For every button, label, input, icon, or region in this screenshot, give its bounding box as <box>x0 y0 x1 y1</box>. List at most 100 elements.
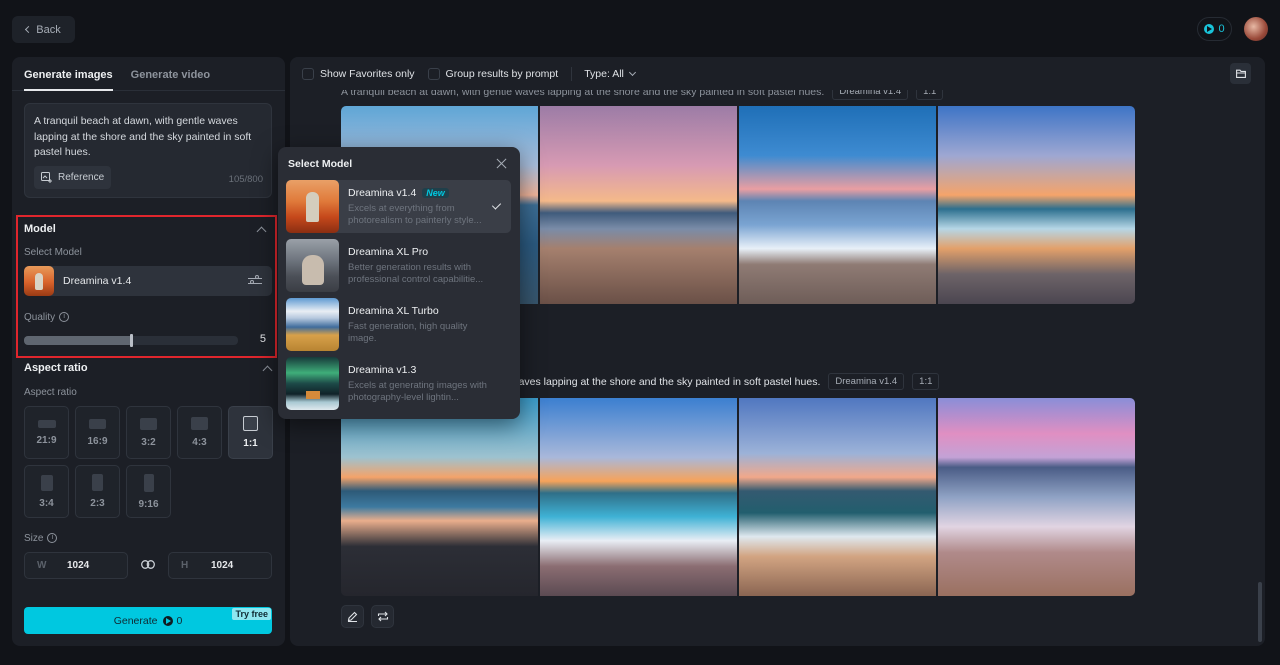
collapse-model-icon[interactable] <box>256 226 267 237</box>
size-label: Size i <box>24 533 58 544</box>
vertical-scrollbar[interactable] <box>1258 582 1262 642</box>
model-thumbnail <box>286 180 339 233</box>
aspect-ratio-label: 9:16 <box>138 498 159 510</box>
sliders-icon[interactable] <box>248 275 262 287</box>
aspect-ratio-label: 2:3 <box>90 498 105 509</box>
favorites-only-label: Show Favorites only <box>320 67 415 80</box>
model-option-dreamina-v1-4[interactable]: Dreamina v1.4 New Excels at everything fr… <box>286 180 511 233</box>
chevron-down-icon <box>628 68 636 76</box>
back-label: Back <box>36 23 61 36</box>
folder-button[interactable] <box>1230 63 1251 84</box>
checkbox-icon[interactable] <box>302 67 314 80</box>
prompt-text: A tranquil beach at dawn, with gentle wa… <box>34 115 252 158</box>
aspect-ratio-shape-icon <box>40 474 53 491</box>
credits-badge[interactable]: 0 <box>1197 17 1232 41</box>
aspect-ratio-shape-icon <box>243 416 258 431</box>
group-by-prompt-checkbox[interactable]: Group results by prompt <box>427 67 559 80</box>
aspect-ratio-option[interactable]: 2:3 <box>75 465 120 518</box>
prompt-input[interactable]: A tranquil beach at dawn, with gentle wa… <box>24 103 272 198</box>
back-button[interactable]: Back <box>12 16 75 43</box>
favorites-only-checkbox[interactable]: Show Favorites only <box>302 67 415 80</box>
reference-button[interactable]: Reference <box>34 166 112 189</box>
model-thumbnail <box>24 266 54 296</box>
model-tag: Dreamina v1.4 <box>828 373 905 390</box>
model-thumbnail <box>286 298 339 351</box>
generated-image[interactable] <box>739 398 936 596</box>
regenerate-button[interactable] <box>371 605 394 628</box>
edit-prompt-button[interactable] <box>341 605 364 628</box>
aspect-ratio-option[interactable]: 4:3 <box>177 406 222 459</box>
model-option-dreamina-v1-3[interactable]: Dreamina v1.3 Excels at generating image… <box>286 357 511 410</box>
generated-image[interactable] <box>540 398 737 596</box>
tab-generate-images[interactable]: Generate images <box>24 57 113 91</box>
group-by-prompt-label: Group results by prompt <box>445 67 559 80</box>
credits-count: 0 <box>1218 23 1225 35</box>
generated-image[interactable] <box>938 398 1135 596</box>
try-free-badge: Try free <box>232 608 271 620</box>
quality-label-text: Quality <box>24 312 56 323</box>
user-avatar[interactable] <box>1244 17 1268 41</box>
width-input[interactable]: W 1024 <box>24 552 128 579</box>
checkbox-icon[interactable] <box>427 67 440 80</box>
model-select-dropdown[interactable]: Dreamina v1.4 <box>24 266 272 296</box>
info-icon[interactable]: i <box>59 312 70 323</box>
info-icon[interactable]: i <box>47 533 58 544</box>
model-section: Model Select Model Dreamina v1.4 Quality… <box>16 215 277 358</box>
generate-label: Generate <box>113 614 158 627</box>
model-name: Dreamina XL Turbo <box>348 304 439 317</box>
aspect-ratio-label: 21:9 <box>36 434 57 446</box>
ratio-tag: 1:1 <box>912 373 940 390</box>
aspect-ratio-option[interactable]: 16:9 <box>75 406 120 459</box>
result-prompt-text: waves lapping at the shore and the sky p… <box>511 375 821 388</box>
height-value: 1024 <box>211 560 234 571</box>
aspect-ratio-option[interactable]: 1:1 <box>228 406 273 459</box>
height-input[interactable]: H 1024 <box>168 552 272 579</box>
type-filter-dropdown[interactable]: Type: All <box>584 67 636 80</box>
aspect-ratio-option[interactable]: 3:4 <box>24 465 69 518</box>
aspect-ratio-shape-icon <box>92 474 103 491</box>
generated-image[interactable] <box>540 106 737 304</box>
reference-label: Reference <box>58 171 105 183</box>
model-name: Dreamina XL Pro <box>348 245 429 258</box>
tab-generate-video[interactable]: Generate video <box>131 57 210 90</box>
aspect-ratio-option[interactable]: 3:2 <box>126 406 171 459</box>
model-name: Dreamina v1.3 <box>348 363 417 376</box>
model-description: Better generation results with professio… <box>348 261 484 285</box>
results-toolbar: Show Favorites only Group results by pro… <box>290 57 1265 90</box>
aspect-ratio-label: 3:4 <box>39 497 54 509</box>
aspect-ratio-label: 3:2 <box>141 436 156 448</box>
aspect-ratio-option[interactable]: 21:9 <box>24 406 69 459</box>
generate-button[interactable]: Generate 0 Try free <box>24 607 272 634</box>
model-option-dreamina-xl-turbo[interactable]: Dreamina XL Turbo Fast generation, high … <box>286 298 511 351</box>
close-icon[interactable] <box>496 158 507 169</box>
aspect-ratio-shape-icon <box>143 473 154 492</box>
aspect-ratio-option[interactable]: 9:16 <box>126 465 171 518</box>
aspect-ratio-shape-icon <box>37 419 56 428</box>
generated-image[interactable] <box>739 106 936 304</box>
model-option-dreamina-xl-pro[interactable]: Dreamina XL Pro Better generation result… <box>286 239 511 292</box>
generated-image[interactable] <box>938 106 1135 304</box>
select-model-label: Select Model <box>24 247 82 258</box>
type-filter-label: Type: All <box>584 67 624 80</box>
aspect-ratio-label: 16:9 <box>87 435 108 447</box>
width-label: W <box>37 560 47 571</box>
pencil-icon <box>347 611 358 622</box>
collapse-aspect-ratio-icon[interactable] <box>262 365 273 376</box>
model-description: Fast generation, high quality image. <box>348 320 468 344</box>
aspect-ratio-label: 4:3 <box>192 437 207 448</box>
quality-slider-thumb[interactable] <box>130 334 133 347</box>
model-description: Excels at generating images with photogr… <box>348 379 487 403</box>
new-badge: New <box>422 187 449 198</box>
model-description: Excels at everything from photorealism t… <box>348 202 482 226</box>
height-label: H <box>181 560 189 571</box>
image-add-icon <box>41 172 52 183</box>
link-icon[interactable] <box>141 560 155 569</box>
generate-cost: 0 <box>176 614 183 627</box>
model-thumbnail <box>286 239 339 292</box>
generated-image[interactable] <box>341 398 538 596</box>
aspect-ratio-shape-icon <box>191 417 208 430</box>
tab-bar: Generate images Generate video <box>12 57 285 91</box>
generation-settings-panel: Generate images Generate video A tranqui… <box>12 57 285 646</box>
quality-slider[interactable] <box>24 334 238 347</box>
check-icon <box>491 200 502 210</box>
